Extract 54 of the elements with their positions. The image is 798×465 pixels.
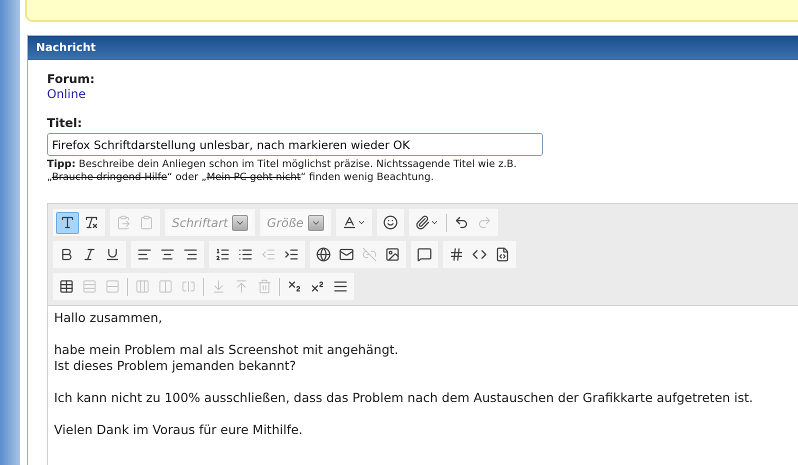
align-left-icon bbox=[137, 247, 152, 262]
bold-icon bbox=[59, 247, 74, 262]
panel-title: Nachricht bbox=[36, 40, 96, 56]
message-line: habe mein Problem mal als Screenshot mit angehängt. bbox=[54, 342, 398, 358]
tip-text: Tipp: Beschreibe dein Anliegen schon im Titel möglichst präzise. Nichtssagende Titel wie z.B. „Brauche dringend Hilfe“ oder „Mein PC geht nicht“ finden wenig Beachtung. bbox=[47, 158, 518, 184]
redo-icon bbox=[476, 215, 492, 230]
toolbar-button[interactable] bbox=[56, 212, 79, 234]
forum-label: Forum: bbox=[47, 72, 96, 87]
text-style-icon bbox=[60, 215, 75, 230]
paste-icon bbox=[116, 215, 131, 230]
clipboard-icon bbox=[139, 215, 154, 230]
table-columns-icon bbox=[135, 279, 150, 294]
undo-icon bbox=[454, 215, 469, 230]
remove-format-icon bbox=[84, 215, 99, 230]
table-icon bbox=[59, 279, 74, 294]
table-row-icon bbox=[105, 279, 120, 294]
subscript-icon bbox=[287, 279, 302, 294]
numbered-list-icon bbox=[215, 247, 230, 262]
message-line: Ich kann nicht zu 100% ausschließen, dass das Problem nach dem Austauschen der Grafikkarte aufgetreten ist. bbox=[54, 390, 754, 406]
italic-icon bbox=[82, 247, 97, 262]
envelope-icon bbox=[339, 247, 354, 262]
speech-bubble-icon bbox=[417, 247, 432, 262]
trash-icon bbox=[257, 279, 272, 294]
message-text-area[interactable] bbox=[48, 305, 798, 465]
align-right-icon bbox=[183, 247, 198, 262]
insert-below-icon bbox=[211, 279, 226, 294]
globe-icon bbox=[316, 247, 331, 262]
indent-icon bbox=[284, 247, 299, 262]
title-input[interactable]: Firefox Schriftdarstellung unlesbar, nach markieren wieder OK bbox=[47, 133, 543, 156]
forum-link[interactable]: Online bbox=[47, 87, 86, 102]
font-color-icon bbox=[342, 215, 357, 230]
split-cells-icon bbox=[181, 279, 196, 294]
image-icon bbox=[385, 247, 400, 262]
caret-icon bbox=[430, 218, 439, 227]
hash-icon bbox=[449, 247, 464, 262]
smiley-icon bbox=[382, 215, 398, 230]
insert-above-icon bbox=[234, 279, 249, 294]
table-column-icon bbox=[158, 279, 173, 294]
message-line: Vielen Dank im Voraus für eure Mithilfe. bbox=[54, 422, 303, 438]
bullet-list-icon bbox=[238, 247, 253, 262]
lines-icon bbox=[333, 279, 348, 294]
table-rows-icon bbox=[82, 279, 97, 294]
message-line: Ist dieses Problem jemanden bekannt? bbox=[54, 358, 296, 374]
paperclip-icon bbox=[414, 215, 430, 230]
caret-icon bbox=[356, 218, 366, 227]
title-label: Titel: bbox=[47, 116, 84, 131]
code-file-icon bbox=[495, 247, 510, 262]
align-center-icon bbox=[160, 247, 175, 262]
superscript-icon bbox=[310, 279, 325, 294]
outdent-icon bbox=[261, 247, 276, 262]
underline-icon bbox=[105, 247, 120, 262]
code-icon bbox=[472, 247, 487, 262]
unlink-icon bbox=[362, 247, 377, 262]
message-line: Hallo zusammen, bbox=[54, 310, 162, 326]
